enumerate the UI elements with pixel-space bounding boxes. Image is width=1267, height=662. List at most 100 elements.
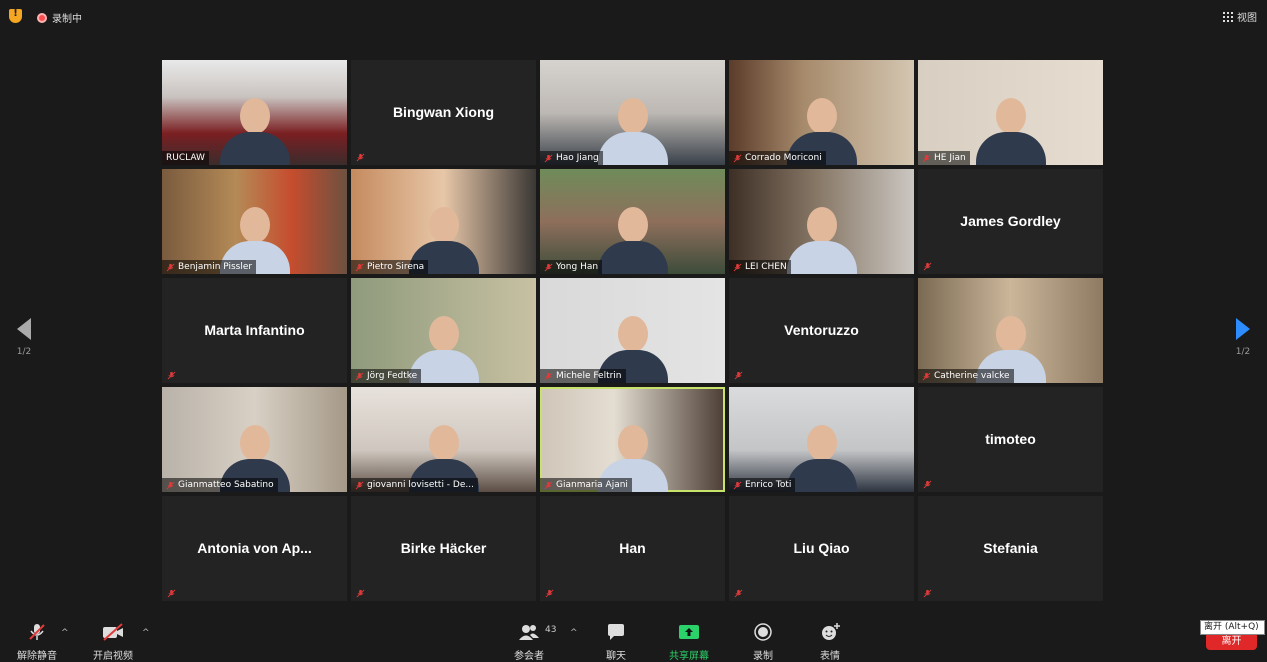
muted-mic-icon: [356, 589, 365, 598]
participant-tile[interactable]: Benjamin Pissler: [162, 169, 347, 274]
muted-mic-icon: [923, 589, 932, 598]
muted-mic-icon: [734, 371, 743, 380]
grid-view-icon: [1223, 11, 1233, 22]
view-label: 视图: [1237, 13, 1257, 24]
participant-name-label: Catherine valcke: [918, 369, 1014, 383]
participants-options-caret-icon[interactable]: ^: [570, 628, 578, 638]
audio-options-caret-icon[interactable]: ^: [61, 628, 69, 638]
muted-mic-icon: [733, 481, 742, 490]
participant-tile[interactable]: Gianmaria Ajani: [540, 387, 725, 492]
participant-tile[interactable]: RUCLAW: [162, 60, 347, 165]
participant-tile[interactable]: Pietro Sirena: [351, 169, 536, 274]
page-indicator-right: 1/2: [1235, 347, 1251, 357]
view-button[interactable]: 视图: [1223, 9, 1257, 24]
participant-name: Michele Feltrin: [556, 371, 622, 381]
start-video-button[interactable]: 开启视频: [93, 622, 133, 662]
participant-name-label: RUCLAW: [162, 151, 209, 165]
participant-tile[interactable]: Corrado Moriconi: [729, 60, 914, 165]
participant-tile[interactable]: Yong Han: [540, 169, 725, 274]
participant-name-label: Yong Han: [540, 260, 603, 274]
participant-name: Birke Häcker: [400, 540, 487, 556]
unmute-button[interactable]: 解除静音: [17, 622, 57, 662]
participant-tile[interactable]: James Gordley: [918, 169, 1103, 274]
participant-tile[interactable]: Birke Häcker: [351, 496, 536, 601]
participant-gallery: RUCLAW Bingwan Xiong Hao Jiang Corrado Mori…: [162, 60, 1103, 601]
participant-tile[interactable]: HE Jian: [918, 60, 1103, 165]
participant-tile[interactable]: Catherine valcke: [918, 278, 1103, 383]
recording-label: 录制中: [52, 14, 82, 25]
share-screen-button[interactable]: 共享屏幕: [669, 622, 709, 662]
muted-mic-icon: [355, 372, 364, 381]
participant-name-label: HE Jian: [918, 151, 970, 165]
participant-video: [975, 90, 1046, 165]
participant-tile[interactable]: Han: [540, 496, 725, 601]
chat-button[interactable]: 聊天: [606, 622, 626, 662]
page-indicator-left: 1/2: [16, 347, 32, 357]
participant-name: James Gordley: [960, 213, 1061, 229]
participant-tile[interactable]: Enrico Toti: [729, 387, 914, 492]
participant-tile[interactable]: Marta Infantino: [162, 278, 347, 383]
participant-name-label: Benjamin Pissler: [162, 260, 257, 274]
muted-mic-icon: [923, 480, 932, 489]
video-options-caret-icon[interactable]: ^: [142, 628, 150, 638]
participant-name: LEI CHEN: [745, 262, 787, 272]
muted-mic-icon: [355, 481, 364, 490]
participant-name-label: giovanni lovisetti - De...: [351, 478, 478, 492]
record-dot-icon: [37, 12, 47, 23]
participant-name: Stefania: [983, 540, 1038, 556]
muted-mic-icon: [167, 589, 176, 598]
record-button[interactable]: 录制: [753, 622, 773, 662]
previous-page-button[interactable]: 1/2: [9, 318, 39, 357]
unmute-label: 解除静音: [17, 651, 57, 662]
reactions-button[interactable]: 表情: [819, 622, 841, 662]
participant-tile[interactable]: Jörg Fedtke: [351, 278, 536, 383]
meeting-toolbar: 解除静音 ^ 开启视频 ^ 参会者 43 ^ 聊天 共享屏幕 录制 表情: [0, 612, 1267, 662]
muted-mic-icon: [166, 263, 175, 272]
participant-tile[interactable]: LEI CHEN: [729, 169, 914, 274]
participants-count: 43: [545, 625, 557, 635]
participants-button[interactable]: 参会者: [514, 622, 544, 662]
chevron-right-icon: [1236, 318, 1250, 340]
muted-mic-icon: [355, 263, 364, 272]
participant-name: Pietro Sirena: [367, 262, 425, 272]
participant-name: Han: [619, 540, 646, 556]
participant-video: [597, 90, 668, 165]
muted-mic-icon: [922, 154, 931, 163]
muted-mic-icon: [733, 154, 742, 163]
participant-video: [786, 417, 857, 492]
participant-name: Marta Infantino: [204, 322, 305, 338]
muted-mic-icon: [733, 263, 742, 272]
participant-tile[interactable]: Antonia von Ap...: [162, 496, 347, 601]
participant-tile[interactable]: Liu Qiao: [729, 496, 914, 601]
participant-name: Catherine valcke: [934, 371, 1010, 381]
security-shield-icon[interactable]: [9, 8, 22, 23]
participant-tile[interactable]: timoteo: [918, 387, 1103, 492]
participant-name-label: Michele Feltrin: [540, 369, 626, 383]
muted-mic-icon: [27, 622, 47, 642]
chevron-left-icon: [17, 318, 31, 340]
top-bar: 录制中 视图: [0, 0, 1267, 30]
participant-tile[interactable]: Hao Jiang: [540, 60, 725, 165]
video-off-icon: [101, 622, 125, 642]
participant-name: Gianmatteo Sabatino: [178, 480, 274, 490]
muted-mic-icon: [544, 372, 553, 381]
participant-tile[interactable]: Michele Feltrin: [540, 278, 725, 383]
participant-tile[interactable]: giovanni lovisetti - De...: [351, 387, 536, 492]
participant-tile[interactable]: Ventoruzzo: [729, 278, 914, 383]
participant-name: Hao Jiang: [556, 153, 599, 163]
next-page-button[interactable]: 1/2: [1228, 318, 1258, 357]
participant-tile[interactable]: Gianmatteo Sabatino: [162, 387, 347, 492]
participant-name: Enrico Toti: [745, 480, 792, 490]
muted-mic-icon: [544, 263, 553, 272]
muted-mic-icon: [544, 154, 553, 163]
recording-indicator[interactable]: 录制中: [37, 10, 82, 25]
participant-name-label: Enrico Toti: [729, 478, 796, 492]
participant-tile[interactable]: Bingwan Xiong: [351, 60, 536, 165]
record-icon: [753, 622, 773, 642]
participant-name: giovanni lovisetti - De...: [367, 480, 474, 490]
participant-name-label: Corrado Moriconi: [729, 151, 826, 165]
chat-bubble-icon: [606, 622, 626, 642]
participant-tile[interactable]: Stefania: [918, 496, 1103, 601]
share-screen-label: 共享屏幕: [669, 651, 709, 662]
participant-video: [786, 199, 857, 274]
